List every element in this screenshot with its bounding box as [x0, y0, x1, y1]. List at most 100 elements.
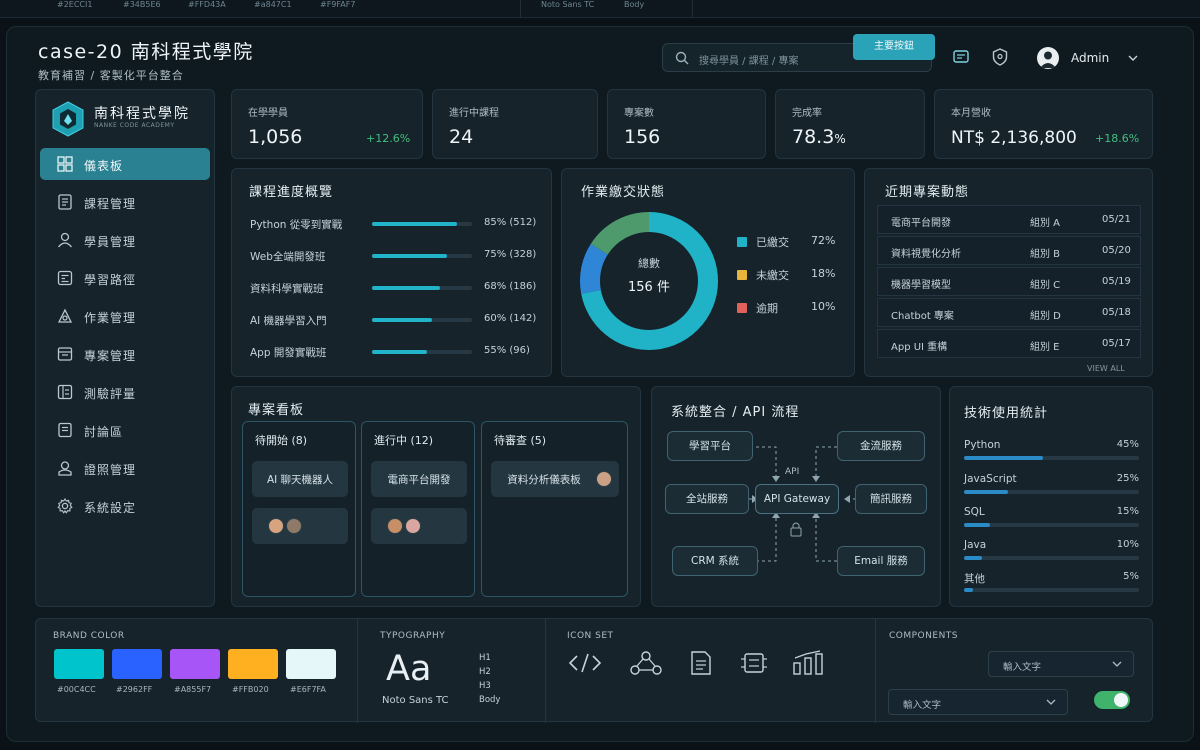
project-name: 機器學習模型 [891, 280, 951, 291]
stat-card-completion[interactable]: 完成率 78.3% [775, 89, 925, 159]
kanban-column-in-progress[interactable]: 進行中 (12) 電商平台開發 [361, 421, 475, 597]
progress-name: 資料科學實戰班 [250, 283, 324, 295]
tech-row[interactable]: Python 45% [964, 439, 1139, 465]
tech-row[interactable]: SQL 15% [964, 506, 1139, 532]
tech-row[interactable]: JavaScript 25% [964, 473, 1139, 499]
type-level: H1 [479, 653, 491, 663]
stat-card-students[interactable]: 在學學員 1,056 +12.6% [231, 89, 423, 159]
toggle-switch[interactable] [1094, 691, 1130, 709]
tech-fill [964, 456, 1043, 460]
color-swatch[interactable] [286, 649, 336, 679]
stat-label: 專案數 [624, 108, 654, 119]
logo-subtitle: NANKE CODE ACADEMY [94, 122, 175, 129]
avatar[interactable] [1037, 47, 1059, 69]
progress-row[interactable]: Python 從零到實戰 85% (512) [250, 214, 550, 234]
view-all-link[interactable]: VIEW ALL [1087, 364, 1125, 373]
progress-row[interactable]: AI 機器學習入門 60% (142) [250, 310, 550, 330]
card-title: 近期專案動態 [885, 185, 970, 200]
tech-name: SQL [964, 506, 985, 518]
kanban-column-review[interactable]: 待審查 (5) 資料分析儀表板 [481, 421, 628, 597]
progress-row[interactable]: 資料科學實戰班 68% (186) [250, 278, 550, 298]
shield-icon[interactable] [990, 47, 1010, 67]
document-icon[interactable] [688, 650, 714, 676]
node-sms[interactable]: 簡訊服務 [855, 484, 927, 514]
sidebar-item-learning-path[interactable]: 學習路徑 [40, 262, 210, 294]
sidebar-item-label: 學習路徑 [84, 273, 137, 287]
color-swatch[interactable] [54, 649, 104, 679]
project-row[interactable]: 電商平台開發 組別 A 05/21 [877, 205, 1141, 234]
avatar [387, 518, 403, 534]
chip-icon[interactable] [739, 650, 769, 676]
node-email[interactable]: Email 服務 [837, 546, 925, 576]
legend-item: 逾期 10% [737, 300, 847, 316]
node-api-gateway[interactable]: API Gateway [755, 484, 839, 514]
color-swatch[interactable] [228, 649, 278, 679]
progress-name: Python 從零到實戰 [250, 219, 343, 231]
tech-row[interactable]: 其他 5% [964, 571, 1139, 597]
avatar [405, 518, 421, 534]
sidebar-item-assignments[interactable]: 作業管理 [40, 300, 210, 332]
avatar [268, 518, 284, 534]
project-row[interactable]: 機器學習模型 組別 C 05/19 [877, 267, 1141, 296]
sidebar-item-students[interactable]: 學員管理 [40, 224, 210, 256]
sidebar-item-quizzes[interactable]: 測驗評量 [40, 376, 210, 408]
sidebar-item-forum[interactable]: 討論區 [40, 414, 210, 446]
stat-unit: % [834, 132, 846, 146]
sidebar-item-label: 專案管理 [84, 349, 137, 363]
color-code: #a847C1 [254, 0, 292, 9]
network-icon[interactable] [629, 649, 663, 677]
node-full-service[interactable]: 全站服務 [665, 484, 749, 514]
tech-fill [964, 588, 973, 592]
kanban-card-item[interactable] [252, 508, 348, 544]
top-cropped-strip: #2ECCI1 #34B5E6 #FFD43A #a847C1 #F9FAF7 … [0, 0, 1200, 18]
text-select[interactable]: 輸入文字 [988, 651, 1134, 677]
code-icon[interactable] [568, 651, 602, 675]
stat-value: 156 [624, 126, 661, 148]
project-date: 05/19 [1102, 276, 1131, 287]
kanban-card-item[interactable]: AI 聊天機器人 [252, 461, 348, 497]
node-cashflow[interactable]: 金流服務 [837, 431, 925, 461]
color-swatch[interactable] [112, 649, 162, 679]
sidebar-item-label: 作業管理 [84, 311, 137, 325]
stat-value: NT$ 2,136,800 [951, 128, 1077, 148]
kanban-card-title: 電商平台開發 [387, 474, 451, 486]
course-icon [58, 194, 72, 210]
color-code: #00C4CC [57, 685, 96, 694]
tech-fill [964, 490, 1008, 494]
project-group: 組別 C [1030, 280, 1061, 291]
kanban-card-item[interactable] [371, 508, 467, 544]
message-icon[interactable] [951, 47, 971, 67]
node-crm[interactable]: CRM 系統 [672, 546, 758, 576]
sidebar-item-courses[interactable]: 課程管理 [40, 186, 210, 218]
stat-card-revenue[interactable]: 本月營收 NT$ 2,136,800 +18.6% [934, 89, 1153, 159]
node-learning-platform[interactable]: 學習平台 [667, 431, 753, 461]
legend-value: 72% [811, 234, 836, 247]
bar-chart-icon[interactable] [791, 649, 825, 677]
tech-row[interactable]: Java 10% [964, 539, 1139, 565]
color-code: #FFB020 [232, 685, 269, 694]
kanban-card-item[interactable]: 電商平台開發 [371, 461, 467, 497]
progress-track [372, 318, 472, 322]
project-row[interactable]: App UI 重構 組別 E 05/17 [877, 329, 1141, 358]
kanban-card-item[interactable]: 資料分析儀表板 [491, 461, 619, 497]
chevron-down-icon [1112, 661, 1122, 667]
kanban-column-todo[interactable]: 待開始 (8) AI 聊天機器人 [242, 421, 356, 597]
progress-value: 60% (142) [484, 313, 537, 324]
project-row[interactable]: 資料視覺化分析 組別 B 05/20 [877, 236, 1141, 265]
chevron-down-icon[interactable] [1126, 51, 1140, 65]
primary-button[interactable]: 主要按鈕 [853, 34, 935, 60]
kanban-card-title: AI 聊天機器人 [266, 474, 334, 486]
sidebar-item-projects[interactable]: 專案管理 [40, 338, 210, 370]
stat-card-projects[interactable]: 專案數 156 [607, 89, 766, 159]
sidebar-item-certificates[interactable]: 證照管理 [40, 452, 210, 484]
user-name[interactable]: Admin [1071, 51, 1109, 65]
text-input[interactable]: 輸入文字 [888, 689, 1068, 715]
sidebar-item-settings[interactable]: 系統設定 [40, 490, 210, 522]
color-swatch[interactable] [170, 649, 220, 679]
stat-card-courses[interactable]: 進行中課程 24 [432, 89, 598, 159]
progress-row[interactable]: Web全端開發班 75% (328) [250, 246, 550, 266]
avatar [286, 518, 302, 534]
project-row[interactable]: Chatbot 專案 組別 D 05/18 [877, 298, 1141, 327]
progress-row[interactable]: App 開發實戰班 55% (96) [250, 342, 550, 362]
sidebar-item-dashboard[interactable]: 儀表板 [40, 148, 210, 180]
